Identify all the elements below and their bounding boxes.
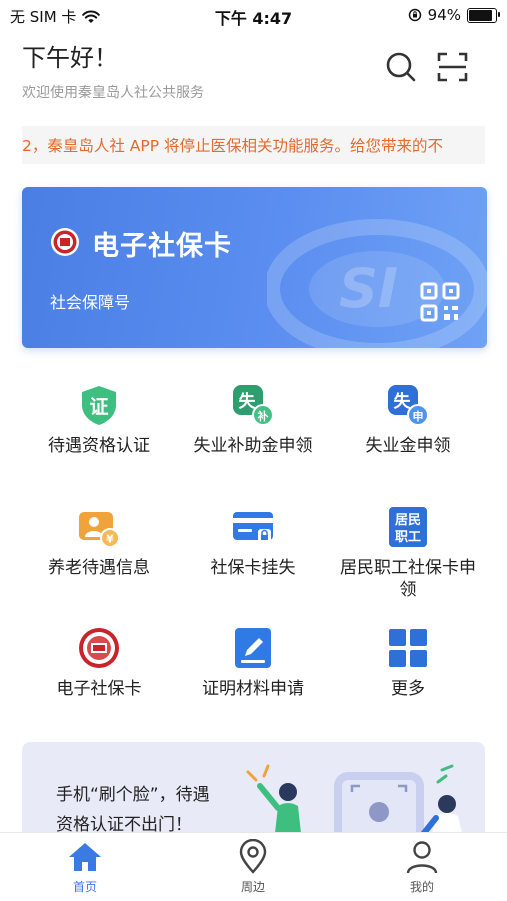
banner-line-1: 手机“刷个脸”，待遇 (56, 785, 210, 805)
face-auth-banner[interactable]: 手机“刷个脸”，待遇 资格认证不出门！ (22, 742, 485, 842)
grid-item-unemployment-subsidy[interactable]: 失 补 失业补助金申领 (173, 383, 333, 457)
grid-label: 居民职工社保卡申领 (340, 558, 476, 600)
tab-label: 周边 (240, 880, 265, 894)
svg-text:失: 失 (239, 391, 257, 412)
tab-profile[interactable]: 我的 (372, 839, 472, 895)
grid-label: 待遇资格认证 (48, 436, 150, 456)
grid-label: 失业补助金申领 (193, 436, 313, 456)
social-security-logo-icon (51, 228, 79, 256)
tab-label: 我的 (409, 880, 434, 894)
resident-card-apply-icon: 居民 职工 (389, 507, 427, 547)
unemployment-apply-icon: 失 申 (388, 385, 429, 426)
tab-home[interactable]: 首页 (35, 839, 135, 895)
svg-text:¥: ¥ (106, 533, 114, 546)
status-bar: 无 SIM 卡 下午 4:47 94% (0, 0, 507, 30)
notice-text: 2，秦皇岛人社 APP 将停止医保相关功能服务。给您带来的不 (22, 137, 444, 155)
certificate-shield-icon: 证 (82, 386, 116, 425)
grid-item-more[interactable]: 更多 (328, 626, 488, 700)
orientation-lock-icon (408, 8, 421, 22)
greeting-title: 下午好！ (22, 44, 118, 72)
svg-text:证: 证 (89, 396, 108, 418)
search-icon[interactable] (384, 50, 418, 84)
card-subtitle: 社会保障号 (50, 293, 131, 312)
qr-code-icon[interactable] (420, 282, 460, 322)
battery-percent: 94% (427, 6, 461, 24)
grid-label: 电子社保卡 (56, 679, 142, 699)
scan-icon[interactable] (436, 50, 470, 84)
svg-text:失: 失 (394, 391, 412, 412)
si-watermark-icon: SI (267, 219, 487, 348)
social-security-emblem-icon (79, 628, 119, 668)
card-title: 电子社保卡 (92, 231, 232, 262)
tab-label: 首页 (72, 880, 97, 894)
svg-text:补: 补 (257, 409, 269, 423)
tab-nearby[interactable]: 周边 (203, 839, 303, 895)
svg-text:职工: 职工 (395, 530, 421, 545)
grid-more-icon (389, 629, 427, 667)
banner-text: 手机“刷个脸”，待遇 资格认证不出门！ (56, 780, 210, 840)
user-icon (406, 841, 438, 874)
social-security-card[interactable]: SI 电子社保卡 社会保障号 (22, 187, 487, 348)
grid-item-e-social-card[interactable]: 电子社保卡 (19, 626, 179, 700)
svg-text:SI: SI (339, 257, 398, 320)
grid-label: 养老待遇信息 (48, 558, 150, 578)
svg-text:申: 申 (413, 409, 424, 423)
pension-info-icon: ¥ (79, 512, 120, 548)
status-right: 94% (408, 6, 500, 24)
grid-item-resident-card-apply[interactable]: 居民 职工 居民职工社保卡申领 (328, 505, 488, 601)
location-pin-icon (239, 839, 267, 874)
grid-item-unemployment-apply[interactable]: 失 申 失业金申领 (328, 383, 488, 457)
grid-item-pension-info[interactable]: ¥ 养老待遇信息 (19, 505, 179, 579)
grid-label: 失业金申领 (365, 436, 451, 456)
greeting-subtitle: 欢迎使用秦皇岛人社公共服务 (22, 85, 204, 101)
home-icon (69, 843, 101, 871)
svg-text:居民: 居民 (395, 513, 421, 528)
banner-illustration (246, 764, 464, 842)
grid-item-qualification-cert[interactable]: 证 待遇资格认证 (19, 383, 179, 457)
grid-item-card-loss-report[interactable]: 社保卡挂失 (173, 505, 333, 579)
unemployment-subsidy-icon: 失 补 (233, 385, 274, 426)
grid-label: 证明材料申请 (202, 679, 304, 699)
grid-label: 社保卡挂失 (210, 558, 296, 578)
grid-label: 更多 (391, 679, 425, 699)
bottom-tab-bar: 首页 周边 我的 (0, 832, 507, 901)
grid-item-certificate-request[interactable]: 证明材料申请 (173, 626, 333, 700)
document-edit-icon (235, 628, 271, 668)
card-loss-report-icon (233, 512, 273, 542)
battery-icon (467, 7, 500, 23)
notice-marquee[interactable]: 2，秦皇岛人社 APP 将停止医保相关功能服务。给您带来的不 (22, 126, 485, 164)
